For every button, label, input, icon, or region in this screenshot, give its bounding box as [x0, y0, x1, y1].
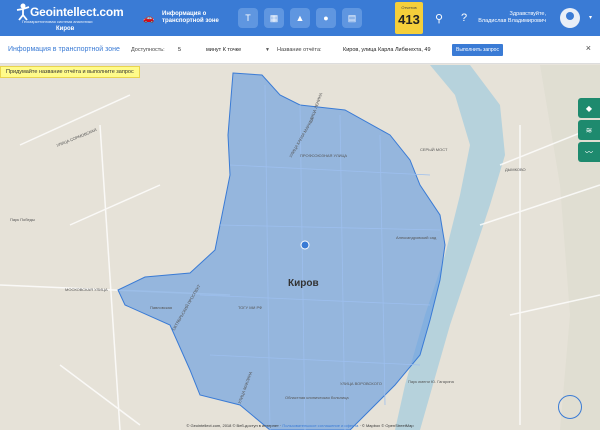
brand-name: Geointellect.com: [30, 5, 124, 19]
greeting-user: Владислав Владимирович: [478, 18, 546, 24]
hint-banner: Придумайте название отчёта и выполните з…: [0, 66, 140, 78]
user-agreement-link[interactable]: Пользовательское соглашение и оферта: [282, 423, 358, 428]
reports-counter-label: Отчетов: [401, 5, 417, 10]
city-map-label: Киров: [288, 278, 319, 289]
logo[interactable]: Geointellect.com Геомаркетинговая систем…: [0, 0, 124, 36]
street-label: ТОГУ МИ РФ: [238, 305, 263, 310]
street-label: Парк Победы: [10, 217, 35, 222]
street-label: СЕРЫЙ МОСТ: [420, 147, 448, 152]
chevron-down-icon[interactable]: ▼: [265, 47, 270, 53]
unit-select[interactable]: минут К точке: [206, 47, 241, 53]
report-name-label: Название отчёта:: [277, 47, 322, 53]
city-name[interactable]: Киров: [56, 26, 74, 32]
street-label: ПРОФСОЮЗНАЯ УЛИЦА: [300, 153, 348, 158]
layers-icon[interactable]: ◆: [578, 98, 600, 118]
chart-line-icon[interactable]: 〰: [578, 142, 600, 162]
search-icon[interactable]: ⚲: [430, 9, 448, 27]
report-name-input[interactable]: Киров, улица Карла Либкнехта, 49: [343, 47, 431, 53]
footer-copyright: © Geointellect.com, 2018 © Веб-доступ в …: [186, 423, 283, 428]
street-label: Александровский сад: [396, 235, 437, 240]
location-marker-icon[interactable]: [300, 240, 310, 250]
close-icon[interactable]: ×: [586, 43, 591, 53]
chart-button[interactable]: ▤: [342, 8, 362, 28]
section-title: Информация о транспортной зоне: [162, 11, 219, 24]
car-icon[interactable]: 🚗: [142, 11, 156, 25]
street-label: УЛИЦА ВОРОВСКОГО: [340, 381, 382, 386]
reports-counter-value: 413: [398, 12, 420, 27]
street-label: Парк имени Ю. Гагарина: [408, 379, 454, 384]
street-label: Областная клиническая больница: [285, 395, 349, 400]
map-canvas: [0, 65, 600, 430]
availability-input[interactable]: 5: [178, 47, 181, 53]
education-button[interactable]: ▲: [290, 8, 310, 28]
footer: © Geointellect.com, 2018 © Веб-доступ в …: [186, 423, 414, 428]
chevron-down-icon[interactable]: ▾: [589, 14, 592, 21]
help-icon[interactable]: ?: [455, 9, 473, 27]
brand-tagline: Геомаркетинговая система аналитики: [22, 19, 93, 24]
query-panel: Информация в транспортной зоне Доступнос…: [0, 36, 600, 64]
text-tool-button[interactable]: T: [238, 8, 258, 28]
cars-button[interactable]: ●: [316, 8, 336, 28]
run-query-button[interactable]: Выполнить запрос: [452, 44, 503, 56]
availability-label: Доступность:: [131, 47, 165, 53]
avatar[interactable]: [560, 8, 580, 28]
greeting: Здравствуйте, Владислав Владимирович: [478, 11, 546, 25]
street-label: МОСКОВСКАЯ УЛИЦА: [65, 287, 108, 292]
panel-title: Информация в транспортной зоне: [8, 46, 120, 53]
map[interactable]: УЛИЦА ЛЕНИНА ПРОФСОЮЗНАЯ УЛИЦА УЛИЦА КАР…: [0, 65, 600, 430]
street-label: Павловская: [150, 305, 173, 310]
reports-counter[interactable]: Отчетов 413: [395, 2, 423, 34]
street-label: ДЫМКОВО: [505, 167, 526, 172]
compass-icon[interactable]: [558, 395, 582, 419]
stack-icon[interactable]: ≋: [578, 120, 600, 140]
greeting-line1: Здравствуйте,: [509, 11, 546, 17]
calculator-button[interactable]: ▦: [264, 8, 284, 28]
map-attribution: © Mapbox © OpenStreetMap: [361, 423, 414, 428]
